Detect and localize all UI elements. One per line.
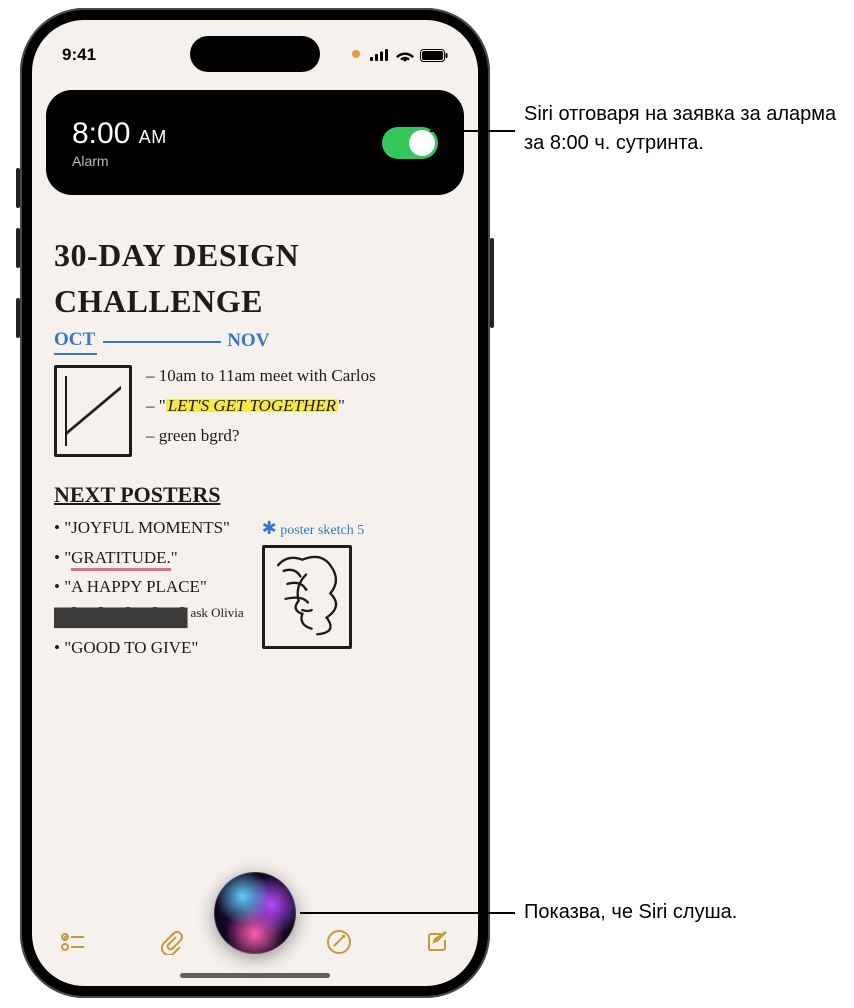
checklist-icon[interactable]: [60, 929, 86, 960]
note-sketch-face: [262, 545, 352, 649]
note-sketch-box: [54, 365, 132, 457]
siri-orb[interactable]: [214, 872, 296, 954]
note-line-meeting: – 10am to 11am meet with Carlos: [146, 365, 376, 387]
callout-line-top: [430, 130, 515, 132]
note-bullets: – 10am to 11am meet with Carlos – "LET'S…: [146, 365, 376, 447]
note-section-title: NEXT POSTERS: [54, 481, 456, 510]
note-title-2: CHALLENGE: [54, 281, 456, 323]
attachment-icon[interactable]: [158, 929, 184, 960]
note-poster-2: • "GRATITUDE.": [54, 547, 244, 569]
note-line-green: – green bgrd?: [146, 425, 376, 447]
note-line-slogan: – "LET'S GET TOGETHER": [146, 395, 376, 417]
callout-bottom: Показва, че Siri слуша.: [524, 898, 737, 927]
note-poster-4: ████████████ask Olivia: [54, 605, 244, 630]
note-poster-1: • "JOYFUL MOMENTS": [54, 517, 244, 539]
callout-line-bottom: [300, 912, 515, 914]
note-timeline: OCT NOV: [54, 328, 456, 355]
callout-top: Siri отговаря на заявка за аларма за 8:0…: [524, 100, 844, 158]
note-title-1: 30-DAY DESIGN: [54, 235, 456, 277]
note-poster-3: • "A HAPPY PLACE": [54, 576, 244, 598]
screen: 9:41 8:00 AM Alarm: [32, 20, 478, 986]
alarm-label: Alarm: [72, 153, 167, 169]
note-canvas[interactable]: 30-DAY DESIGN CHALLENGE OCT NOV – 10am t…: [32, 215, 478, 916]
status-time: 9:41: [62, 45, 96, 65]
alarm-time: 8:00 AM: [72, 117, 167, 151]
wifi-icon: [396, 49, 414, 62]
compose-icon[interactable]: [424, 929, 450, 960]
dynamic-island: [190, 36, 320, 72]
note-sketch-caption: ✱ poster sketch 5: [262, 517, 365, 540]
home-indicator[interactable]: [180, 973, 330, 978]
battery-icon: [420, 49, 448, 62]
markup-icon[interactable]: [326, 929, 352, 960]
cellular-icon: [370, 49, 390, 61]
iphone-frame: 9:41 8:00 AM Alarm: [20, 8, 490, 998]
note-poster-5: • "GOOD TO GIVE": [54, 637, 244, 659]
note-poster-list: • "JOYFUL MOMENTS" • "GRATITUDE." • "A H…: [54, 517, 244, 658]
siri-alarm-card: 8:00 AM Alarm: [46, 90, 464, 195]
